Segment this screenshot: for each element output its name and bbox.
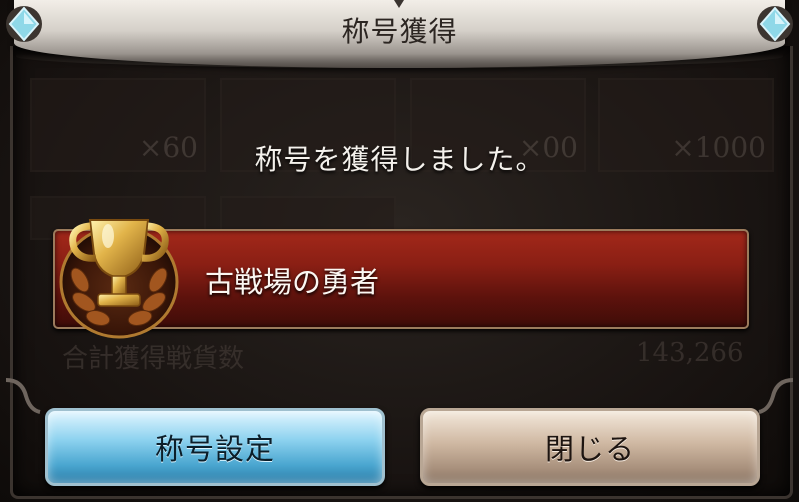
bg-total-label: 合計獲得戦貨数 <box>62 344 245 374</box>
diamond-gem-icon <box>6 6 42 42</box>
title-bar: 称号獲得 <box>14 0 785 68</box>
diamond-gem-icon <box>757 6 793 42</box>
gold-trophy-icon <box>59 219 179 339</box>
corner-ornament-icon <box>758 378 794 414</box>
dialog-title: 称号獲得 <box>341 15 458 48</box>
acquired-message: 称号を獲得しました。 <box>254 143 545 176</box>
close-button-label: 閉じる <box>544 432 635 466</box>
set-title-button[interactable]: 称号設定 <box>45 408 385 486</box>
bg-total-value: 143,266 <box>636 338 744 368</box>
set-title-button-label: 称号設定 <box>154 432 275 466</box>
awarded-title-name: 古戦場の勇者 <box>205 265 380 299</box>
close-button[interactable]: 閉じる <box>420 408 760 486</box>
corner-ornament-icon <box>5 378 41 414</box>
